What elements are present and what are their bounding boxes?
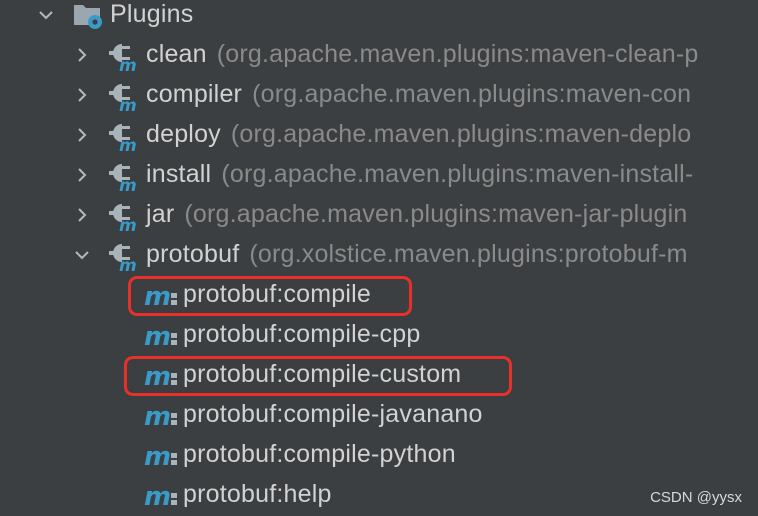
- plugin-label: protobuf (org.xolstice.maven.plugins:prot…: [146, 240, 688, 269]
- maven-plugin-icon: m: [106, 119, 140, 155]
- tree-node-plugin[interactable]: m jar (org.apache.maven.plugins:maven-jar…: [0, 195, 758, 235]
- chevron-right-icon[interactable]: [72, 125, 92, 145]
- goal-label: protobuf:compile-javanano: [183, 400, 483, 428]
- tree-node-plugin[interactable]: m clean (org.apache.maven.plugins:maven-c…: [0, 35, 758, 75]
- red-highlight-box: [124, 356, 512, 396]
- svg-text:m: m: [144, 402, 171, 431]
- plugin-coordinates: (org.apache.maven.plugins:maven-install-: [221, 160, 694, 188]
- tree-node-goal[interactable]: m protobuf:compile-python: [0, 435, 758, 475]
- maven-plugin-icon: m: [106, 239, 140, 275]
- goal-label: protobuf:compile-cpp: [183, 320, 421, 348]
- tree-node-plugin[interactable]: m protobuf (org.xolstice.maven.plugins:pr…: [0, 235, 758, 275]
- folder-gear-icon: [72, 0, 106, 33]
- plugin-label: compiler (org.apache.maven.plugins:maven-…: [146, 80, 691, 109]
- plugin-coordinates: (org.apache.maven.plugins:maven-con: [252, 80, 692, 108]
- plugin-label: deploy (org.apache.maven.plugins:maven-de…: [146, 120, 691, 149]
- svg-text:m: m: [144, 482, 171, 511]
- maven-plugin-icon: m: [106, 199, 140, 235]
- plugin-name: protobuf: [146, 240, 240, 268]
- svg-text:m: m: [144, 442, 171, 471]
- svg-text:m: m: [119, 256, 137, 273]
- goal-label: protobuf:compile-python: [183, 440, 456, 468]
- plugin-coordinates: (org.xolstice.maven.plugins:protobuf-m: [249, 240, 688, 268]
- tree-node-goal[interactable]: m protobuf:compile-cpp: [0, 315, 758, 355]
- chevron-right-icon[interactable]: [72, 205, 92, 225]
- red-highlight-box: [128, 276, 412, 316]
- chevron-down-icon[interactable]: [72, 245, 92, 265]
- chevron-right-icon[interactable]: [72, 45, 92, 65]
- maven-goal-icon: m: [144, 481, 180, 512]
- svg-text:m: m: [119, 96, 137, 113]
- plugin-name: deploy: [146, 120, 221, 148]
- svg-text:m: m: [119, 216, 137, 233]
- plugin-name: install: [146, 160, 212, 188]
- tree-node-goal[interactable]: m protobuf:compile-javanano: [0, 395, 758, 435]
- tree-node-plugin[interactable]: m deploy (org.apache.maven.plugins:maven-…: [0, 115, 758, 155]
- maven-goal-icon: m: [144, 441, 180, 472]
- svg-text:m: m: [119, 56, 137, 73]
- plugin-coordinates: (org.apache.maven.plugins:maven-clean-p: [216, 40, 699, 68]
- tree-node-plugin[interactable]: m install (org.apache.maven.plugins:maven…: [0, 155, 758, 195]
- goal-label: protobuf:help: [183, 480, 332, 508]
- plugin-coordinates: (org.apache.maven.plugins:maven-deplo: [230, 120, 692, 148]
- chevron-down-icon[interactable]: [36, 5, 56, 25]
- plugin-label: jar (org.apache.maven.plugins:maven-jar-p…: [146, 200, 688, 229]
- svg-text:m: m: [119, 176, 137, 193]
- tree-node-plugin[interactable]: m compiler (org.apache.maven.plugins:mave…: [0, 75, 758, 115]
- folder-label: Plugins: [110, 0, 194, 28]
- watermark: CSDN @yysx: [650, 489, 742, 506]
- plugin-name: compiler: [146, 80, 243, 108]
- tree-node-plugins[interactable]: Plugins: [0, 0, 758, 35]
- maven-plugin-icon: m: [106, 159, 140, 195]
- plugin-label: install (org.apache.maven.plugins:maven-i…: [146, 160, 693, 189]
- plugin-name: jar: [146, 200, 175, 228]
- tree-node-goal[interactable]: m protobuf:help: [0, 475, 758, 515]
- svg-text:m: m: [144, 322, 171, 351]
- svg-text:m: m: [119, 136, 137, 153]
- chevron-right-icon[interactable]: [72, 85, 92, 105]
- plugin-name: clean: [146, 40, 207, 68]
- maven-goal-icon: m: [144, 321, 180, 352]
- chevron-right-icon[interactable]: [72, 165, 92, 185]
- maven-plugin-icon: m: [106, 39, 140, 75]
- plugin-coordinates: (org.apache.maven.plugins:maven-jar-plug…: [184, 200, 688, 228]
- maven-plugin-icon: m: [106, 79, 140, 115]
- maven-goal-icon: m: [144, 401, 180, 432]
- plugin-label: clean (org.apache.maven.plugins:maven-cle…: [146, 40, 698, 69]
